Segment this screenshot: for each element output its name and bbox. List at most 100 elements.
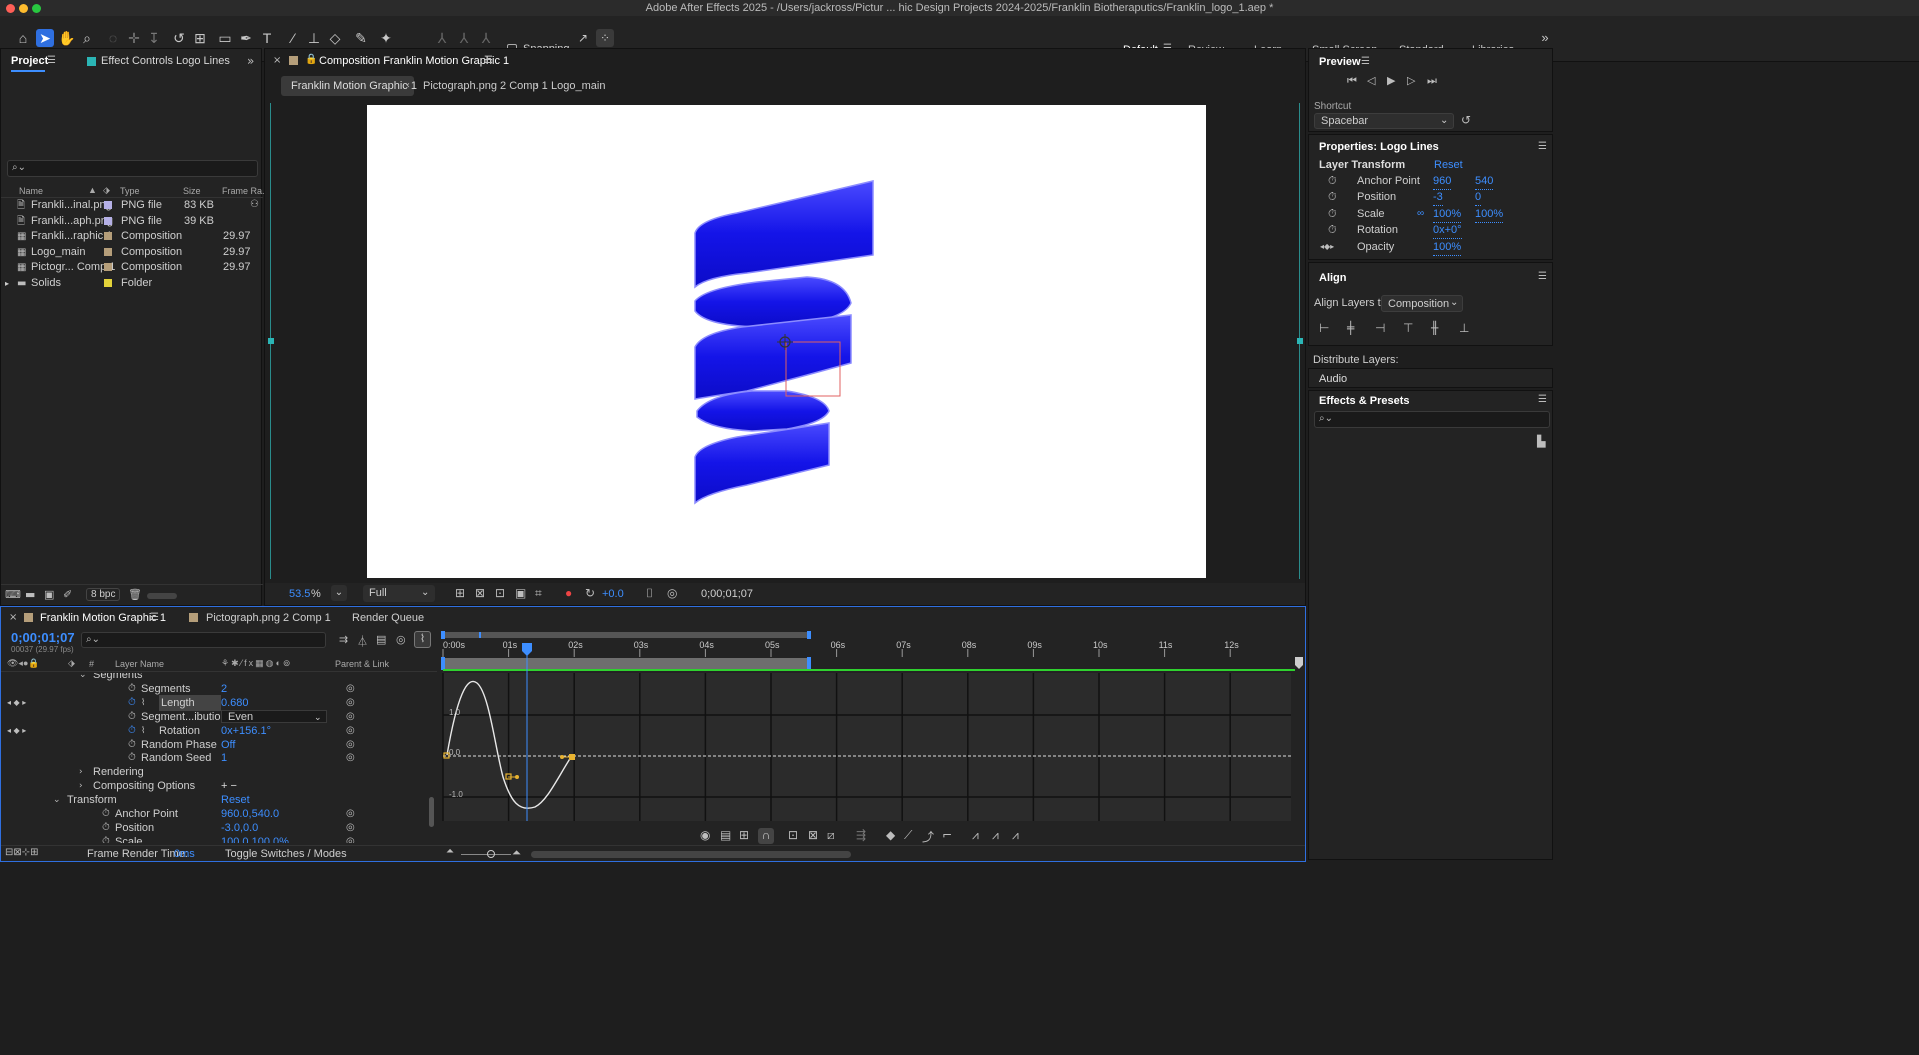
layer-list-scrollbar[interactable] xyxy=(429,797,434,827)
project-item[interactable]: ▦ Pictogr... Comp 1 Composition 29.97 xyxy=(1,260,263,275)
frame-blending-icon[interactable]: ◎ xyxy=(396,633,406,646)
new-composition-icon[interactable]: ▣ xyxy=(44,588,54,601)
label-color-swatch[interactable] xyxy=(104,247,112,256)
close-tab-icon[interactable]: × xyxy=(273,55,281,66)
play-icon[interactable]: ▶ xyxy=(1387,74,1395,87)
mask-visibility-icon[interactable]: ▣ xyxy=(515,586,526,600)
clone-stamp-icon[interactable]: ⊥ xyxy=(305,29,323,47)
fit-selection-icon[interactable]: ⊡ xyxy=(788,828,798,842)
align-bottom-icon[interactable]: ⊥ xyxy=(1459,321,1469,335)
minimize-window-button[interactable] xyxy=(19,4,28,13)
snap-edges-icon[interactable]: ↗ xyxy=(574,29,592,47)
project-item[interactable]: 🗎 Frankli...inal.png PNG file 83 KB xyxy=(1,198,263,213)
hand-tool-icon[interactable]: ✋ xyxy=(58,29,76,47)
trash-icon[interactable]: 🗑 xyxy=(128,588,142,601)
align-vertical-center-icon[interactable]: ╫ xyxy=(1431,321,1438,335)
comp-mini-flowchart-icon[interactable]: ⇉ xyxy=(339,633,348,646)
channel-icon[interactable]: ● xyxy=(565,586,572,600)
graph-editor[interactable]: 0:00s 01s 02s 03s 04s 05s 06s 07s 08s 09s 10s 11s 12… xyxy=(439,627,1305,842)
zoom-tool-icon[interactable]: ⌕ xyxy=(78,29,96,47)
puppet-pin-icon[interactable]: ✦ xyxy=(377,29,395,47)
stopwatch-icon[interactable]: ⏱ xyxy=(102,834,110,843)
composition-tab[interactable]: Composition Franklin Motion Graphic 1 xyxy=(319,55,509,67)
transform-reset-link[interactable]: Reset xyxy=(1434,159,1463,171)
panel-menu-icon[interactable]: ☰ xyxy=(1538,271,1547,282)
easy-ease-out-icon[interactable]: ⩘ xyxy=(1012,828,1019,843)
project-settings-icon[interactable]: ✐ xyxy=(63,588,72,601)
panel-menu-icon[interactable]: ☰ xyxy=(1538,141,1547,152)
new-preset-icon[interactable]: ▙ xyxy=(1537,435,1545,448)
transparency-grid-icon[interactable]: ⊠ xyxy=(475,586,485,600)
breadcrumb-logo-main[interactable]: Logo_main xyxy=(551,80,605,92)
edit-selected-keys-icon[interactable]: ⇶ xyxy=(856,828,866,842)
property-value-1[interactable]: 960 xyxy=(1433,173,1452,190)
align-horizontal-center-icon[interactable]: ╪ xyxy=(1347,321,1354,335)
thumbnail-slider[interactable] xyxy=(147,593,177,599)
convert-keyframe-icon[interactable]: ⌐ xyxy=(942,828,952,842)
interpret-footage-icon[interactable]: ⌨ xyxy=(5,588,21,601)
align-left-icon[interactable]: ⊢ xyxy=(1319,321,1329,335)
lock-icon[interactable]: 🔒 xyxy=(305,54,317,65)
property-value-1[interactable]: 100% xyxy=(1433,239,1462,256)
timeline-horizontal-scrollbar[interactable] xyxy=(531,851,851,858)
fast-previews-icon[interactable]: ⊞ xyxy=(455,586,465,600)
zoom-window-button[interactable] xyxy=(32,4,41,13)
label-color-swatch[interactable] xyxy=(104,232,112,240)
expand-layer-switches-icon[interactable]: ⊟⊠⊹⊞ xyxy=(5,847,39,858)
property-value-2[interactable]: 0 xyxy=(1475,189,1482,207)
current-timecode[interactable]: 0;00;01;07 xyxy=(11,630,75,645)
stopwatch-icon[interactable]: ⏱ xyxy=(1328,222,1337,238)
pickwhip-icon[interactable]: ◎ xyxy=(346,834,355,843)
audio-title[interactable]: Audio xyxy=(1319,373,1347,385)
close-window-button[interactable] xyxy=(6,4,15,13)
region-handle-left[interactable] xyxy=(268,338,274,344)
stopwatch-icon[interactable]: ⏱ xyxy=(1328,173,1337,189)
grid-guides-icon[interactable]: ⌗ xyxy=(535,586,542,601)
effects-search-input[interactable]: ⌕⌄ xyxy=(1314,411,1550,428)
panel-menu-icon[interactable]: ☰ xyxy=(47,55,56,66)
zoom-slider-handle[interactable] xyxy=(487,850,495,858)
breadcrumb-pictograph[interactable]: Pictograph.png 2 Comp 1 xyxy=(423,80,548,92)
layer-search-input[interactable]: ⌕⌄ xyxy=(81,632,326,648)
timeline-tab-franklin[interactable]: Franklin Motion Graphic 1 xyxy=(40,612,166,624)
world-axis-icon[interactable]: ⅄ xyxy=(455,29,473,47)
tab-project[interactable]: Project xyxy=(11,55,48,67)
column-frame-rate[interactable]: Frame Ra... xyxy=(222,186,270,196)
view-axis-icon[interactable]: ⅄ xyxy=(477,29,495,47)
pen-tool-icon[interactable]: ✒ xyxy=(237,29,255,47)
new-folder-icon[interactable]: ▬ xyxy=(25,588,35,601)
orbit-camera-icon[interactable]: ◌ xyxy=(104,29,122,47)
label-color-swatch[interactable] xyxy=(104,278,112,287)
panel-menu-icon[interactable]: ☰ xyxy=(1361,56,1370,67)
shortcut-dropdown[interactable]: Spacebar ⌄ xyxy=(1314,113,1454,129)
property-value-1[interactable]: 0x+0° xyxy=(1433,222,1462,240)
easy-ease-icon[interactable]: ⩘ xyxy=(972,828,979,843)
region-of-interest-icon[interactable]: ⊡ xyxy=(495,586,505,600)
more-workspaces-icon[interactable]: » xyxy=(1536,29,1554,47)
label-color-swatch[interactable] xyxy=(104,216,112,225)
zoom-value[interactable]: 53.5 xyxy=(289,588,310,600)
column-layer-name[interactable]: Layer Name xyxy=(115,659,164,669)
expand-panels-icon[interactable]: » xyxy=(247,54,254,68)
label-color-swatch[interactable] xyxy=(104,201,112,209)
project-item[interactable]: 🗎 Frankli...aph.png PNG file 39 KB xyxy=(1,214,263,229)
previous-frame-icon[interactable]: ◁ xyxy=(1367,74,1375,87)
reset-shortcut-icon[interactable]: ↺ xyxy=(1461,113,1471,127)
local-axis-icon[interactable]: ⅄ xyxy=(433,29,451,47)
zoom-dropdown-icon[interactable]: ⌄ xyxy=(331,585,347,601)
constrain-proportions-icon[interactable]: ∞ xyxy=(1417,206,1424,222)
project-item[interactable]: ▸ ▬ Solids Folder xyxy=(1,276,263,291)
flowchart-icon[interactable]: ⚇ xyxy=(250,199,259,210)
linear-keyframe-icon[interactable]: ⟋ xyxy=(904,828,912,843)
easy-ease-in-icon[interactable]: ⩘ xyxy=(992,828,999,843)
twirl-closed-icon[interactable]: ▸ xyxy=(5,276,9,291)
separate-dimensions-icon[interactable]: ⧄ xyxy=(827,828,835,843)
property-value[interactable]: 100.0,100.0% xyxy=(221,834,289,843)
property-value-1[interactable]: -3 xyxy=(1433,189,1443,207)
brush-tool-icon[interactable]: ⁄ xyxy=(284,29,302,47)
last-frame-icon[interactable]: ⏭ xyxy=(1427,74,1437,88)
bit-depth-button[interactable]: 8 bpc xyxy=(86,588,121,601)
column-parent-link[interactable]: Parent & Link xyxy=(335,659,389,669)
pan-camera-icon[interactable]: ✛ xyxy=(125,29,143,47)
property-value-2[interactable]: 540 xyxy=(1475,173,1494,190)
